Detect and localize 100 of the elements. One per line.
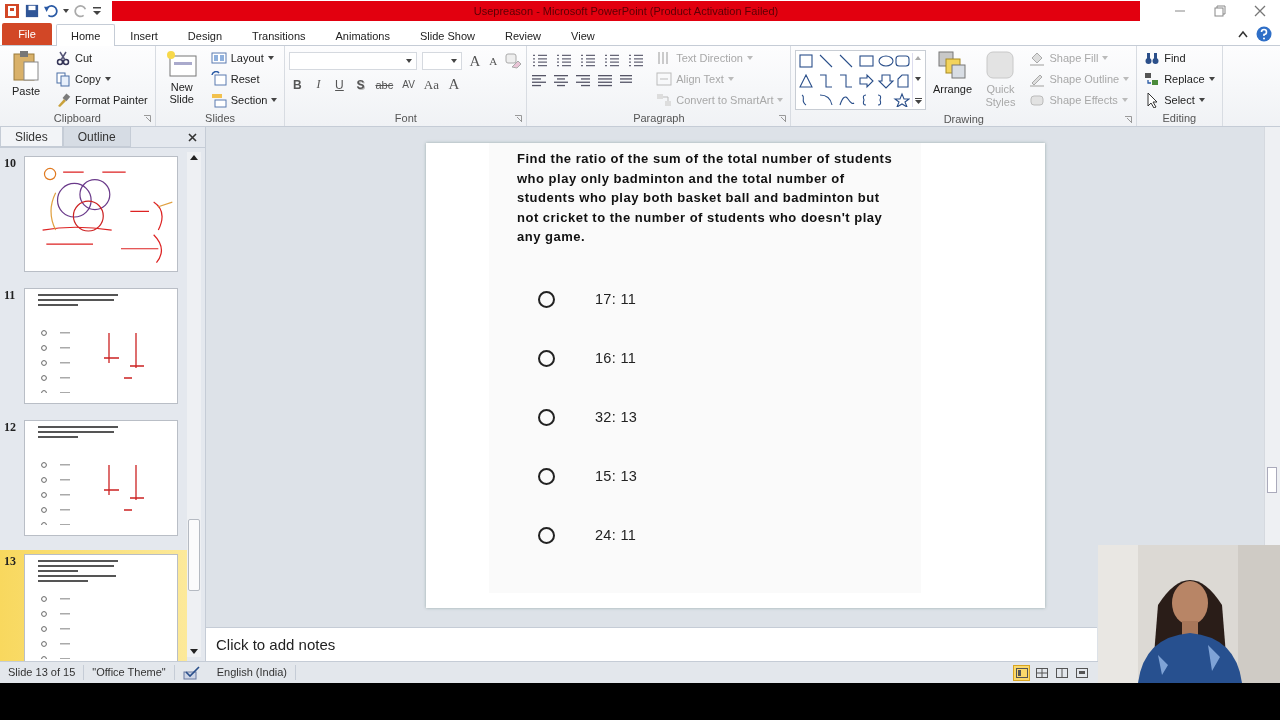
option-label: 17: 11 xyxy=(595,291,637,307)
format-button[interactable]: U xyxy=(331,77,348,92)
binoculars-icon xyxy=(1144,50,1161,66)
ribbon-command[interactable]: Layout xyxy=(207,48,281,68)
caret-icon xyxy=(104,77,111,81)
quick-styles-icon xyxy=(985,50,1016,80)
scroll-thumb[interactable] xyxy=(188,518,200,591)
shrink-font-button[interactable]: A xyxy=(487,55,500,67)
scrollbar[interactable] xyxy=(1264,127,1280,545)
ribbon-command[interactable]: Replace xyxy=(1141,69,1218,89)
dialog-launcher-icon[interactable] xyxy=(1125,116,1133,123)
ribbon-tab[interactable]: Insert xyxy=(115,24,173,46)
close-icon[interactable] xyxy=(1254,5,1266,17)
caret-icon xyxy=(1102,56,1109,60)
align-text-icon xyxy=(656,71,673,87)
ribbon-command[interactable]: Reset xyxy=(207,69,281,89)
caret-icon xyxy=(406,59,413,63)
scroll-down-icon[interactable] xyxy=(915,77,922,81)
justify-icon[interactable] xyxy=(597,74,614,88)
format-button[interactable]: B xyxy=(289,77,306,92)
slide-thumbnail[interactable] xyxy=(24,420,178,536)
group-label: Editing xyxy=(1162,112,1197,124)
caret-icon xyxy=(746,56,753,60)
ribbon-tab[interactable]: Review xyxy=(489,24,557,46)
align-right-icon[interactable] xyxy=(575,74,592,88)
radio-button[interactable] xyxy=(538,408,555,426)
slide-number: 10 xyxy=(4,156,17,171)
radio-button[interactable] xyxy=(538,349,555,367)
bullet-list-icon[interactable] xyxy=(531,52,550,68)
font-name-field[interactable] xyxy=(289,52,418,70)
caret-icon xyxy=(267,56,274,60)
spellcheck-icon[interactable] xyxy=(182,665,201,680)
align-left-icon[interactable] xyxy=(531,74,548,88)
brush-icon xyxy=(55,92,71,108)
window-title: Usepreason - Microsoft PowerPoint (Product Activation Failed) xyxy=(112,1,1140,21)
ribbon-tab[interactable]: Design xyxy=(172,24,238,46)
format-button[interactable]: S xyxy=(352,77,369,92)
scrollbar[interactable] xyxy=(187,152,201,657)
ribbon-command[interactable]: Copy xyxy=(52,69,151,89)
app-logo-icon xyxy=(4,3,20,19)
ribbon-tab[interactable]: Home xyxy=(56,24,116,46)
radio-button[interactable] xyxy=(538,467,555,485)
ribbon-tab[interactable]: Slide Show xyxy=(404,24,490,46)
selected-thumbnail-row[interactable]: 13 xyxy=(0,550,187,661)
scroll-thumb[interactable] xyxy=(1267,467,1277,493)
scroll-down-icon[interactable] xyxy=(190,649,198,654)
shape-gallery[interactable] xyxy=(795,50,927,110)
format-button[interactable]: I xyxy=(310,77,327,92)
format-button[interactable]: abc xyxy=(373,78,396,91)
dialog-launcher-icon[interactable] xyxy=(515,115,523,122)
new-slide-button[interactable]: New Slide xyxy=(159,48,204,107)
dialog-launcher-icon[interactable] xyxy=(143,115,151,122)
ribbon-large-button[interactable]: Arrange xyxy=(930,48,975,98)
ribbon-command[interactable]: Cut xyxy=(52,48,151,68)
notes-field[interactable]: Click to add notes xyxy=(206,627,1097,661)
ribbon-command[interactable]: Format Painter xyxy=(52,90,151,110)
panel-tab[interactable]: Outline xyxy=(62,127,131,147)
help-icon[interactable] xyxy=(1256,25,1272,42)
collapse-ribbon-icon[interactable] xyxy=(1238,29,1248,38)
ribbon-command[interactable]: Find xyxy=(1141,48,1218,68)
ribbon-command[interactable]: Select xyxy=(1141,90,1218,110)
dialog-launcher-icon[interactable] xyxy=(779,115,787,122)
option-label: 32: 13 xyxy=(595,409,638,425)
theme-name: "Office Theme" xyxy=(84,665,175,680)
slide-thumbnail[interactable] xyxy=(24,288,178,404)
format-button[interactable]: AV xyxy=(400,79,417,90)
view-button[interactable] xyxy=(1013,664,1030,681)
caret-icon xyxy=(1208,77,1215,81)
caret-icon xyxy=(271,98,278,102)
caret-icon[interactable] xyxy=(63,9,69,13)
customize-menu-icon[interactable] xyxy=(93,6,101,16)
panel-tab[interactable]: Slides xyxy=(0,127,63,147)
group-label: Drawing xyxy=(943,112,984,125)
paste-button[interactable]: Paste xyxy=(4,48,48,99)
clipboard-icon xyxy=(12,50,40,82)
font-size-field[interactable] xyxy=(422,52,463,70)
ribbon-tab[interactable]: View xyxy=(556,24,610,46)
undo-icon[interactable] xyxy=(44,4,58,18)
format-button[interactable]: A xyxy=(446,76,462,93)
save-icon[interactable] xyxy=(25,4,39,18)
smartart-icon xyxy=(656,92,673,108)
language[interactable]: English (India) xyxy=(208,665,297,680)
radio-button[interactable] xyxy=(538,526,555,544)
caret-icon xyxy=(1123,77,1130,81)
ribbon-command[interactable]: Section xyxy=(207,90,281,110)
caret-icon xyxy=(1121,98,1128,102)
file-tab[interactable]: File xyxy=(2,23,52,45)
ribbon-tab[interactable]: Animations xyxy=(320,24,405,46)
format-button[interactable]: Aa xyxy=(421,76,441,93)
align-center-icon[interactable] xyxy=(553,74,570,88)
scroll-up-icon[interactable] xyxy=(190,155,198,160)
more-icon[interactable] xyxy=(914,98,922,104)
slide-number: 11 xyxy=(4,288,17,303)
section-icon xyxy=(210,92,227,108)
slide-thumbnail[interactable] xyxy=(24,554,178,661)
ribbon-tab[interactable]: Transitions xyxy=(237,24,321,46)
option-label: 24: 11 xyxy=(595,527,637,543)
close-icon[interactable] xyxy=(188,132,197,142)
radio-button[interactable] xyxy=(538,290,555,308)
grow-font-button[interactable]: A xyxy=(467,52,483,70)
